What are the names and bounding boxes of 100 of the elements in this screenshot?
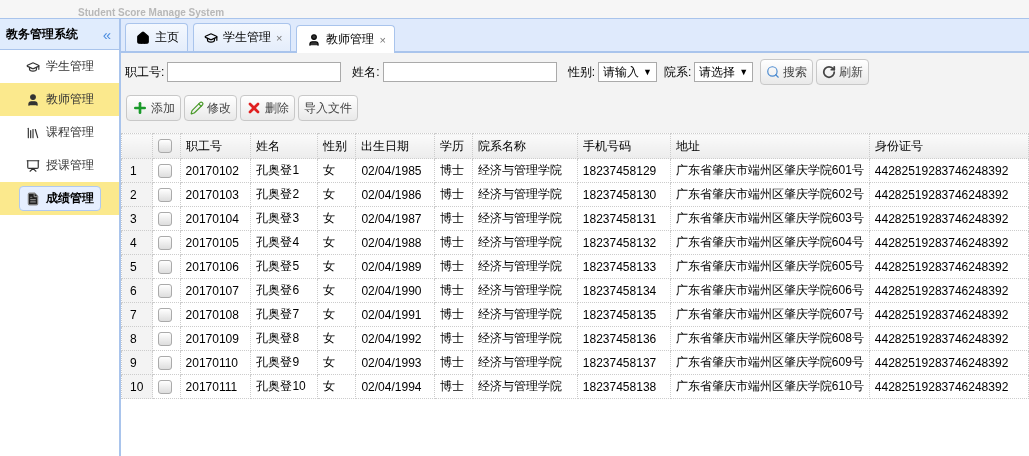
row-number: 2	[121, 182, 153, 207]
table-cell: 博士	[434, 374, 473, 399]
sidebar-item[interactable]: 成绩管理	[0, 182, 119, 215]
table-cell: 经济与管理学院	[472, 350, 578, 375]
checkbox[interactable]	[158, 307, 172, 322]
column-header[interactable]: 院系名称	[472, 133, 578, 159]
column-header[interactable]: 地址	[670, 133, 870, 159]
column-header[interactable]: 性别	[317, 133, 356, 159]
table-cell: 女	[317, 158, 356, 183]
table-cell: 02/04/1993	[355, 350, 435, 375]
table-cell: 博士	[434, 350, 473, 375]
table-cell: 经济与管理学院	[472, 206, 578, 231]
checkbox[interactable]	[158, 235, 172, 250]
action-button[interactable]: 修改	[184, 95, 237, 121]
table-cell: 02/04/1990	[355, 278, 435, 303]
table-cell: 广东省肇庆市端州区肇庆学院607号	[670, 302, 870, 327]
row-number: 9	[121, 350, 153, 375]
table-cell: 44282519283746248392	[869, 254, 1029, 279]
table-cell: 广东省肇庆市端州区肇庆学院610号	[670, 374, 870, 399]
table-cell: 女	[317, 230, 356, 255]
table-cell: 经济与管理学院	[472, 326, 578, 351]
checkbox[interactable]	[158, 283, 172, 298]
table-cell: 44282519283746248392	[869, 230, 1029, 255]
table-cell: 44282519283746248392	[869, 182, 1029, 207]
table-cell: 44282519283746248392	[869, 206, 1029, 231]
sidebar-item-label: 学生管理	[18, 54, 101, 79]
column-header[interactable]: 出生日期	[355, 133, 435, 159]
tab[interactable]: 教师管理 ×	[296, 25, 395, 53]
sidebar-item[interactable]: 教师管理	[0, 83, 119, 116]
column-header[interactable]: 身份证号	[869, 133, 1029, 159]
row-number: 3	[121, 206, 153, 231]
row-number: 1	[121, 158, 153, 183]
table-cell: 20170105	[180, 230, 251, 255]
filter-label: 职工号:	[125, 63, 165, 81]
table-cell: 44282519283746248392	[869, 302, 1029, 327]
table-cell: 广东省肇庆市端州区肇庆学院606号	[670, 278, 870, 303]
table-cell: 博士	[434, 302, 473, 327]
checkbox[interactable]	[158, 211, 172, 226]
table-cell: 孔奥登8	[250, 326, 318, 351]
action-button[interactable]: 删除	[240, 95, 295, 121]
close-icon[interactable]: ×	[379, 33, 386, 46]
tab[interactable]: 学生管理 ×	[193, 23, 292, 51]
table-cell: 女	[317, 326, 356, 351]
table-cell: 18237458135	[577, 302, 671, 327]
table-cell: 女	[317, 254, 356, 279]
row-number: 5	[121, 254, 153, 279]
table-cell: 博士	[434, 206, 473, 231]
column-header[interactable]: 手机号码	[577, 133, 671, 159]
search-button[interactable]: 搜索	[760, 59, 814, 85]
checkbox[interactable]	[158, 355, 172, 370]
row-number: 8	[121, 326, 153, 351]
input-field[interactable]	[382, 62, 557, 82]
table-cell: 44282519283746248392	[869, 278, 1029, 303]
table-cell: 02/04/1987	[355, 206, 435, 231]
table-cell: 20170111	[180, 374, 251, 399]
table-cell: 女	[317, 278, 356, 303]
refresh-button[interactable]: 刷新	[816, 59, 870, 85]
table-cell: 经济与管理学院	[472, 374, 578, 399]
table-cell: 博士	[434, 326, 473, 351]
table-cell: 20170106	[180, 254, 251, 279]
close-icon[interactable]: ×	[276, 31, 283, 44]
table-cell: 44282519283746248392	[869, 158, 1029, 183]
refresh-icon	[822, 65, 837, 79]
dropdown[interactable]: 请输入 ▼	[598, 62, 657, 82]
sidebar-item-label: 教师管理	[18, 87, 101, 112]
checkbox[interactable]	[158, 163, 172, 178]
table-cell: 18237458133	[577, 254, 671, 279]
sidebar-item-label: 成绩管理	[18, 186, 101, 211]
table-cell: 广东省肇庆市端州区肇庆学院604号	[670, 230, 870, 255]
table-cell: 18237458138	[577, 374, 671, 399]
table-cell: 20170102	[180, 158, 251, 183]
table-cell: 02/04/1991	[355, 302, 435, 327]
column-header[interactable]: 职工号	[180, 133, 251, 159]
table-cell: 孔奥登1	[250, 158, 318, 183]
table-cell: 博士	[434, 230, 473, 255]
dropdown[interactable]: 请选择 ▼	[694, 62, 754, 82]
sidebar-item-label: 课程管理	[18, 120, 101, 145]
graduation-cap-icon	[204, 30, 218, 45]
filter-label: 院系:	[663, 63, 692, 81]
checkbox[interactable]	[158, 331, 172, 346]
table-cell: 18237458137	[577, 350, 671, 375]
table-cell: 孔奥登10	[250, 374, 318, 399]
checkbox[interactable]	[158, 259, 172, 274]
tab[interactable]: 主页	[125, 23, 188, 51]
action-button[interactable]: 导入文件	[298, 95, 358, 121]
input-field[interactable]	[167, 62, 342, 82]
checkbox[interactable]	[158, 139, 172, 154]
checkbox[interactable]	[158, 379, 172, 394]
sidebar-item-label: 授课管理	[18, 153, 101, 178]
delete-icon	[246, 100, 262, 116]
column-header[interactable]: 学历	[434, 133, 473, 159]
file-icon	[25, 191, 40, 206]
books-icon	[25, 125, 40, 140]
action-button[interactable]: 添加	[126, 95, 181, 121]
table-cell: 44282519283746248392	[869, 326, 1029, 351]
table-cell: 女	[317, 350, 356, 375]
column-header[interactable]: 姓名	[250, 133, 318, 159]
checkbox[interactable]	[158, 187, 172, 202]
table-cell: 孔奥登5	[250, 254, 318, 279]
filter-label: 性别:	[567, 63, 596, 81]
